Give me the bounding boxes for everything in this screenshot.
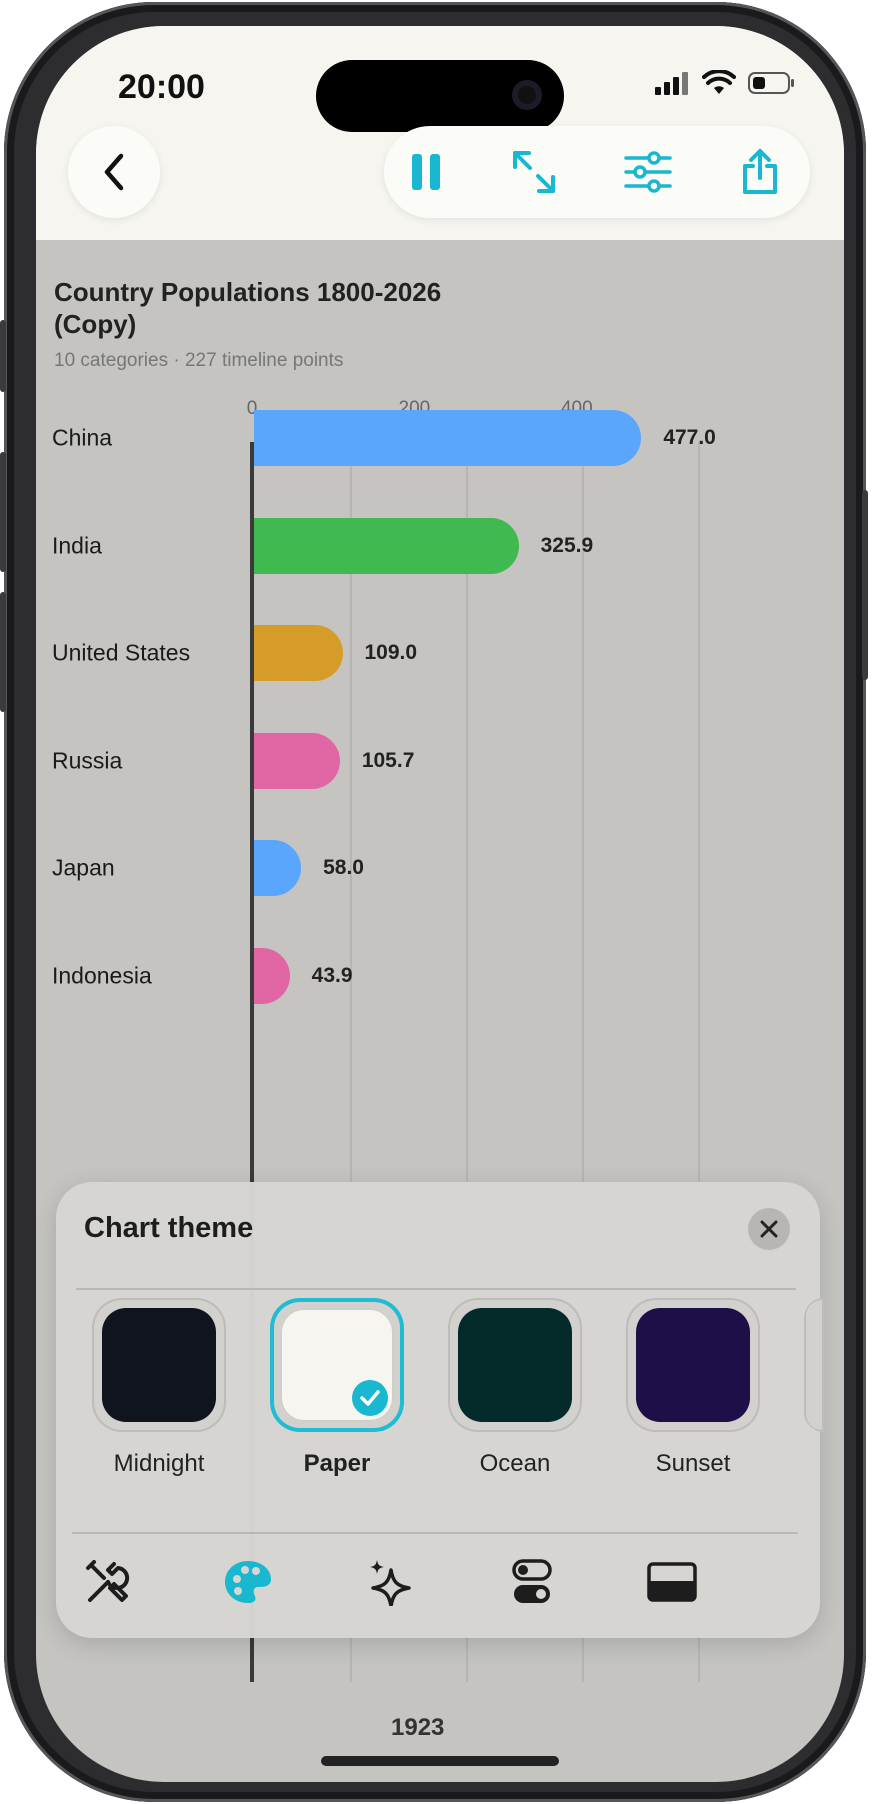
swatch-color — [102, 1308, 216, 1422]
palette-icon — [225, 1561, 271, 1603]
close-icon — [760, 1220, 778, 1238]
screen: Country Populations 1800-2026 (Copy) 10 … — [36, 26, 844, 1782]
tab-theme[interactable] — [222, 1556, 274, 1608]
category-label: China — [52, 424, 113, 451]
toolbar — [384, 126, 810, 218]
share-icon — [743, 149, 777, 194]
power-button — [862, 490, 868, 680]
close-button[interactable] — [748, 1208, 790, 1250]
chart-title: Country Populations 1800-2026 (Copy) — [54, 277, 442, 339]
swatch-color — [458, 1308, 572, 1422]
phone-frame: Country Populations 1800-2026 (Copy) 10 … — [0, 2, 868, 1802]
tab-toggles[interactable] — [506, 1556, 558, 1608]
theme-swatch-paper[interactable] — [270, 1298, 404, 1432]
fullscreen-button[interactable] — [510, 148, 558, 196]
tab-tools[interactable] — [82, 1556, 134, 1608]
action-button — [0, 320, 6, 392]
chart-theme-sheet: Chart theme Midnight Paper Ocean Sunset — [56, 1182, 824, 1638]
swatch-color — [636, 1308, 750, 1422]
bar-value-label: 325.9 — [540, 533, 594, 557]
bar — [254, 410, 642, 466]
category-label: United States — [52, 639, 191, 666]
theme-swatch-partial[interactable] — [804, 1298, 824, 1432]
bar-value-label: 43.9 — [311, 963, 353, 987]
theme-swatch-sunset[interactable] — [626, 1298, 760, 1432]
back-button[interactable] — [68, 126, 160, 218]
bar-value-label: 105.7 — [361, 748, 415, 772]
bar — [254, 840, 302, 896]
tools-icon — [86, 1560, 130, 1602]
sheet-title: Chart theme — [84, 1212, 254, 1244]
category-label: Japan — [52, 854, 115, 881]
battery-icon — [748, 72, 794, 94]
bar-value-label: 58.0 — [323, 856, 364, 879]
bar — [254, 517, 519, 574]
theme-label: Ocean — [479, 1450, 551, 1477]
theme-swatch-midnight[interactable] — [92, 1298, 226, 1432]
category-label: Russia — [52, 747, 123, 773]
home-indicator — [321, 1756, 559, 1766]
category-label: Indonesia — [52, 962, 152, 988]
expand-icon — [513, 151, 555, 193]
signal-icon — [655, 72, 688, 95]
timeline-year: 1923 — [391, 1714, 445, 1741]
volume-up-button — [0, 452, 6, 572]
theme-label: Midnight — [113, 1450, 205, 1477]
bar — [254, 625, 343, 681]
checkmark-icon — [352, 1380, 388, 1416]
divider — [76, 1288, 796, 1290]
theme-swatch-ocean[interactable] — [448, 1298, 582, 1432]
dynamic-island — [316, 60, 564, 132]
theme-label: Paper — [303, 1450, 371, 1477]
top-bar: 20:00 — [36, 26, 844, 240]
bar-value-label: 109.0 — [364, 641, 418, 664]
status-time: 20:00 — [118, 68, 205, 106]
layout-icon — [647, 1562, 697, 1602]
pause-icon — [412, 154, 440, 190]
volume-down-button — [0, 592, 6, 712]
tab-effects[interactable] — [364, 1556, 416, 1608]
chevron-left-icon — [104, 153, 124, 191]
category-label: India — [52, 532, 102, 558]
pause-button[interactable] — [402, 148, 450, 196]
tab-layout[interactable] — [646, 1556, 698, 1608]
wifi-icon — [702, 70, 736, 94]
theme-label: Sunset — [655, 1450, 731, 1477]
bar — [254, 732, 340, 789]
settings-button[interactable] — [624, 148, 672, 196]
divider — [72, 1532, 798, 1534]
status-icons — [654, 70, 796, 96]
camera-icon — [512, 80, 542, 110]
sparkles-icon — [370, 1560, 411, 1606]
sliders-icon — [624, 151, 672, 193]
toggles-icon — [512, 1559, 552, 1603]
share-button[interactable] — [736, 148, 784, 196]
bar — [254, 947, 290, 1004]
bar-value-label: 477.0 — [663, 426, 716, 449]
chart-subtitle: 10 categories · 227 timeline points — [54, 350, 344, 371]
